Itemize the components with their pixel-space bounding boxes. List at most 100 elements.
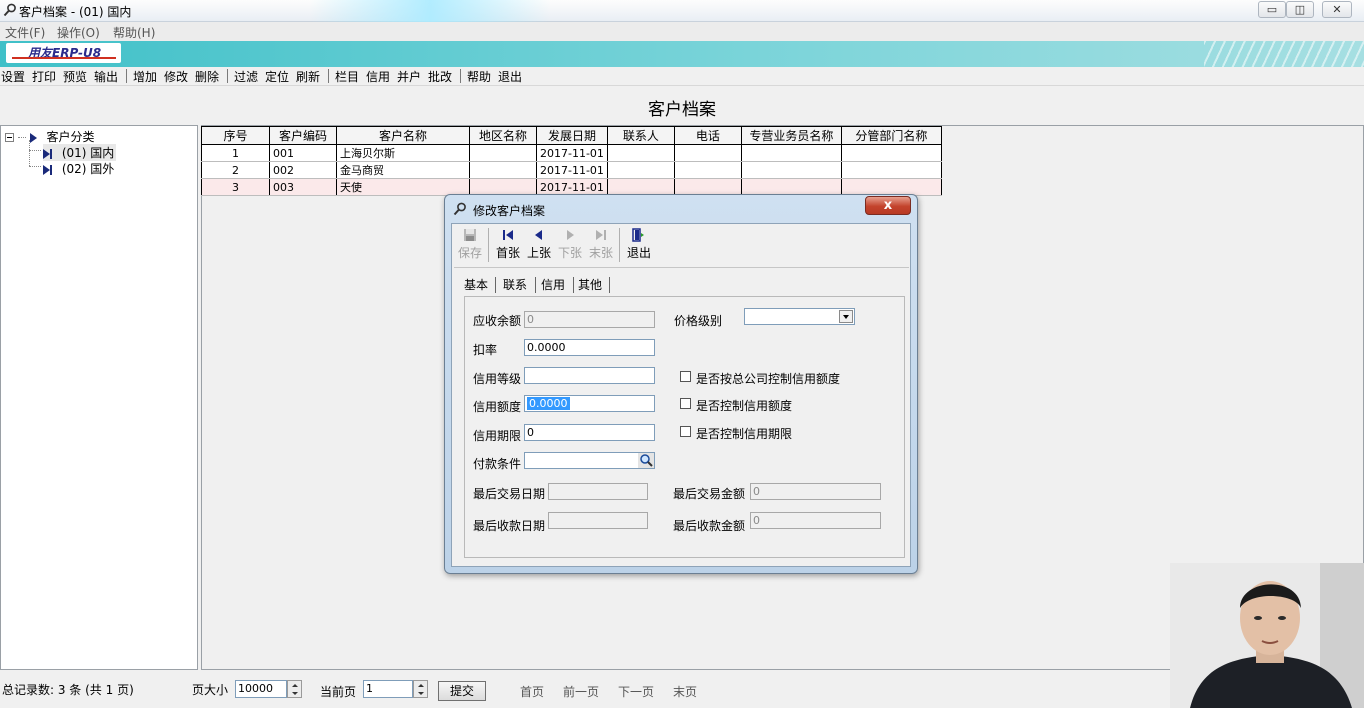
chevron-down-icon [843, 315, 849, 319]
discount-field[interactable]: 0.0000 [524, 339, 655, 356]
magnifier-icon [3, 3, 16, 17]
next-label: 下张 [557, 246, 582, 260]
credit-limit-control-checkbox[interactable] [680, 398, 691, 409]
collapse-icon[interactable] [5, 133, 14, 142]
first-icon [503, 230, 513, 240]
cell-salesperson [740, 144, 842, 162]
last-record-button[interactable]: 末张 [587, 228, 615, 261]
cell-region [469, 144, 537, 162]
brand-bar: 用友ERP-U8 [0, 41, 1364, 67]
payment-terms-lookup-button[interactable] [638, 453, 654, 468]
dialog-body: 保存 首张 上张 下张 末张 退出 基本 联系 信用 其他 应收余额 0 价格级… [451, 223, 911, 567]
cell-contact [606, 161, 675, 179]
close-button[interactable]: ✕ [1322, 1, 1352, 18]
tree-item-domestic[interactable]: (01) 国内 [43, 144, 117, 161]
toolbar-refresh[interactable]: 刷新 [296, 68, 320, 85]
save-label: 保存 [457, 246, 482, 260]
menu-help[interactable]: 帮助(H) [113, 24, 155, 41]
table-row[interactable]: 1 001 上海贝尔斯 2017-11-01 [201, 144, 942, 162]
toolbar-batch-edit[interactable]: 批改 [428, 68, 452, 85]
prev-record-button[interactable]: 上张 [525, 228, 553, 261]
cell-contact [606, 178, 675, 196]
dialog-close-button[interactable]: x [865, 196, 911, 215]
page-title: 客户档案 [648, 100, 716, 120]
col-department[interactable]: 分管部门名称 [840, 126, 942, 145]
col-code[interactable]: 客户编码 [269, 126, 337, 145]
page-size-stepper[interactable] [287, 680, 302, 698]
menu-file[interactable]: 文件(F) [5, 24, 45, 41]
dropdown-button[interactable] [839, 310, 853, 323]
next-page-link[interactable]: 下一页 [618, 683, 654, 700]
cell-department [840, 144, 942, 162]
tab-contact[interactable]: 联系 [503, 276, 527, 293]
first-page-link[interactable]: 首页 [520, 683, 544, 700]
receivable-field: 0 [524, 311, 655, 328]
cell-date: 2017-11-01 [536, 178, 608, 196]
current-page-stepper[interactable] [413, 680, 428, 698]
credit-grade-field[interactable] [524, 367, 655, 384]
menu-operation[interactable]: 操作(O) [57, 24, 100, 41]
total-records: 总记录数: 3 条 (共 1 页) [2, 683, 134, 697]
col-salesperson[interactable]: 专营业务员名称 [740, 126, 842, 145]
toolbar-delete[interactable]: 删除 [195, 68, 219, 85]
col-phone[interactable]: 电话 [673, 126, 742, 145]
toolbar-print[interactable]: 打印 [32, 68, 56, 85]
brand-decoration [1204, 41, 1364, 67]
col-seq[interactable]: 序号 [201, 126, 270, 145]
payment-terms-field[interactable] [524, 452, 655, 469]
minimize-button[interactable]: ▭ [1258, 1, 1286, 18]
toolbar-filter[interactable]: 过滤 [234, 68, 258, 85]
col-region[interactable]: 地区名称 [469, 126, 537, 145]
toolbar-export[interactable]: 输出 [94, 68, 118, 85]
restore-button[interactable]: ◫ [1286, 1, 1314, 18]
page-size-input[interactable]: 10000 [235, 680, 287, 698]
col-contact[interactable]: 联系人 [606, 126, 675, 145]
current-page-input[interactable]: 1 [363, 680, 413, 698]
credit-limit-selected-text: 0.0000 [527, 397, 570, 410]
cell-seq: 3 [201, 178, 270, 196]
cell-salesperson [740, 178, 842, 196]
next-record-button[interactable]: 下张 [556, 228, 584, 261]
cell-phone [673, 178, 742, 196]
toolbar-exit[interactable]: 退出 [498, 68, 522, 85]
prev-page-link[interactable]: 前一页 [563, 683, 599, 700]
status-bar: 总记录数: 3 条 (共 1 页) 页大小 10000 当前页 1 提交 首页 … [0, 676, 1364, 708]
cell-code: 001 [269, 144, 337, 162]
cell-phone [673, 144, 742, 162]
tree-root[interactable]: 客户分类 [5, 128, 95, 145]
credit-limit-field[interactable]: 0.0000 [524, 395, 655, 412]
cell-code: 003 [269, 178, 337, 196]
table-row[interactable]: 2 002 金马商贸 2017-11-01 [201, 161, 942, 179]
cell-name: 上海贝尔斯 [336, 144, 470, 162]
payment-terms-label: 付款条件 [473, 457, 522, 471]
tab-credit[interactable]: 信用 [541, 276, 565, 293]
tab-basic[interactable]: 基本 [464, 276, 488, 293]
toolbar-columns[interactable]: 栏目 [335, 68, 359, 85]
save-button[interactable]: 保存 [456, 228, 484, 261]
exit-door-icon [632, 228, 644, 242]
toolbar-edit[interactable]: 修改 [164, 68, 188, 85]
toolbar-settings[interactable]: 设置 [1, 68, 25, 85]
tree-item-foreign[interactable]: (02) 国外 [43, 160, 114, 177]
submit-button[interactable]: 提交 [438, 681, 486, 701]
prev-icon [535, 230, 542, 240]
first-record-button[interactable]: 首张 [494, 228, 522, 261]
exit-button[interactable]: 退出 [625, 228, 653, 261]
toolbar-add[interactable]: 增加 [133, 68, 157, 85]
col-name[interactable]: 客户名称 [336, 126, 470, 145]
tab-other[interactable]: 其他 [578, 276, 602, 293]
toolbar-locate[interactable]: 定位 [265, 68, 289, 85]
table-row-selected[interactable]: 3 003 天使 2017-11-01 [201, 178, 942, 196]
toolbar-merge[interactable]: 并户 [397, 68, 421, 85]
toolbar-credit[interactable]: 信用 [366, 68, 390, 85]
last-receipt-date-label: 最后收款日期 [473, 519, 546, 533]
last-page-link[interactable]: 末页 [673, 683, 697, 700]
credit-period-field[interactable]: 0 [524, 424, 655, 441]
menu-bar: 文件(F) 操作(O) 帮助(H) [0, 22, 1364, 41]
toolbar-preview[interactable]: 预览 [63, 68, 87, 85]
group-credit-control-checkbox[interactable] [680, 371, 691, 382]
credit-period-control-checkbox[interactable] [680, 426, 691, 437]
credit-grade-label: 信用等级 [473, 372, 522, 386]
toolbar-help[interactable]: 帮助 [467, 68, 491, 85]
col-date[interactable]: 发展日期 [536, 126, 608, 145]
